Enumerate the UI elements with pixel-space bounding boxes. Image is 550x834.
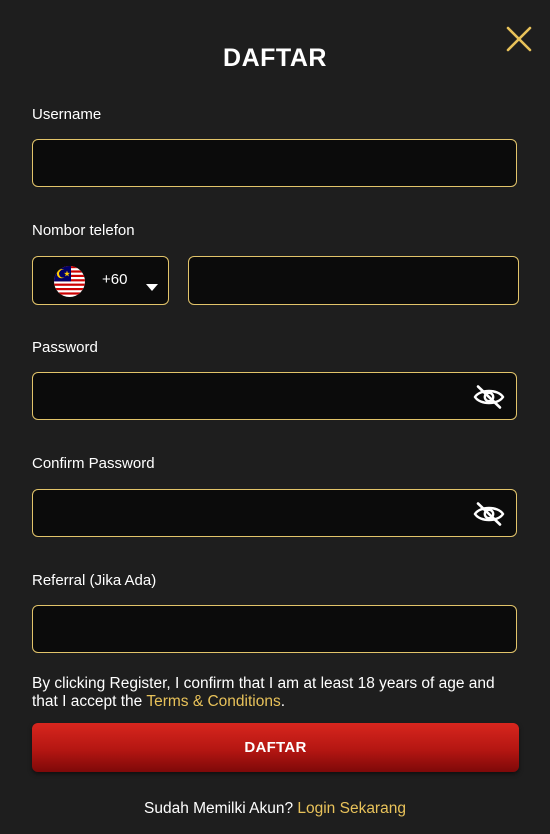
confirm-password-input[interactable]	[33, 490, 516, 536]
phone-field-box	[188, 256, 519, 305]
password-input[interactable]	[33, 373, 516, 419]
terms-link[interactable]: Terms & Conditions	[146, 693, 280, 710]
modal-title: DAFTAR	[223, 44, 327, 72]
referral-label: Referral (Jika Ada)	[32, 572, 157, 589]
phone-label: Nombor telefon	[32, 222, 135, 239]
country-code-select[interactable]: +60	[32, 256, 169, 305]
password-label: Password	[32, 339, 98, 356]
confirm-password-label: Confirm Password	[32, 455, 155, 472]
username-input[interactable]	[33, 140, 516, 186]
confirm-password-field-box	[32, 489, 517, 537]
referral-field-box	[32, 605, 517, 653]
phone-input[interactable]	[189, 257, 518, 304]
malaysia-flag-icon	[54, 266, 85, 297]
password-field-box	[32, 372, 517, 420]
username-label: Username	[32, 106, 102, 123]
terms-notice: By clicking Register, I confirm that I a…	[32, 675, 522, 711]
terms-period: .	[280, 693, 286, 710]
close-icon[interactable]	[505, 25, 533, 53]
eye-off-icon[interactable]	[472, 501, 506, 527]
login-prompt-text: Sudah Memilki Akun?	[144, 800, 298, 817]
login-link[interactable]: Login Sekarang	[297, 800, 406, 817]
login-prompt: Sudah Memilki Akun? Login Sekarang	[0, 800, 550, 818]
referral-input[interactable]	[33, 606, 516, 652]
dial-code: +60	[102, 271, 128, 288]
register-button[interactable]: DAFTAR	[32, 723, 519, 772]
register-modal: DAFTAR Username Nombor telefon +60 Passw…	[0, 0, 550, 834]
username-field-box	[32, 139, 517, 187]
eye-off-icon[interactable]	[472, 384, 506, 410]
caret-down-icon	[146, 278, 158, 296]
